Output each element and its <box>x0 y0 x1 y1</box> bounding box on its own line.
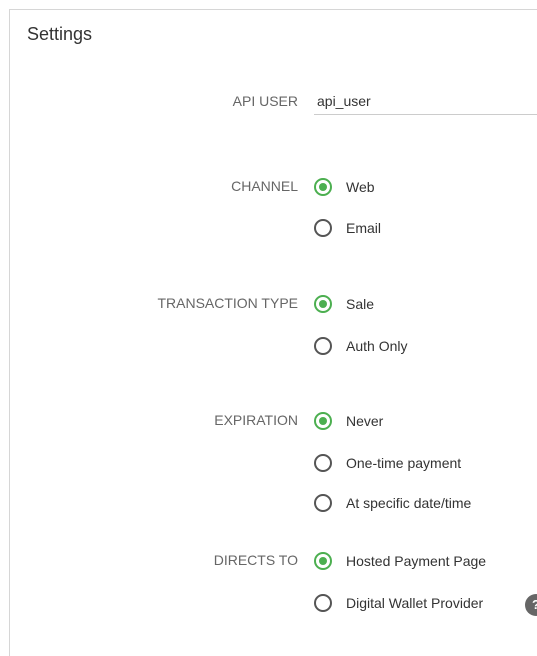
radio-label: One-time payment <box>346 455 462 471</box>
radio-checked-icon[interactable] <box>314 412 332 430</box>
radio-label: Auth Only <box>346 338 408 354</box>
radio-label: Hosted Payment Page <box>346 553 487 569</box>
channel-label: CHANNEL <box>231 178 298 194</box>
radio-label: Sale <box>346 296 375 312</box>
directs-to-option-hosted-payment-page[interactable]: Hosted Payment Page <box>314 550 486 572</box>
radio-unchecked-icon[interactable] <box>314 454 332 472</box>
radio-checked-icon[interactable] <box>314 178 332 196</box>
api-user-label: API USER <box>232 93 298 109</box>
directs-to-label: DIRECTS TO <box>213 552 298 568</box>
transaction-type-option-auth-only[interactable]: Auth Only <box>314 335 407 357</box>
transaction-type-option-sale[interactable]: Sale <box>314 293 374 315</box>
radio-unchecked-icon[interactable] <box>314 594 332 612</box>
channel-option-web[interactable]: Web <box>314 176 375 198</box>
expiration-option-one-time-payment[interactable]: One-time payment <box>314 452 461 474</box>
radio-unchecked-icon[interactable] <box>314 337 332 355</box>
radio-checked-icon[interactable] <box>314 552 332 570</box>
radio-label: Never <box>346 413 384 429</box>
expiration-option-specific-date[interactable]: At specific date/time <box>314 492 471 514</box>
radio-label: Web <box>346 179 375 195</box>
radio-label: Digital Wallet Provider <box>346 595 484 611</box>
expiration-option-never[interactable]: Never <box>314 410 383 432</box>
expiration-label: EXPIRATION <box>214 412 298 428</box>
radio-label: At specific date/time <box>346 495 472 511</box>
radio-unchecked-icon[interactable] <box>314 219 332 237</box>
page-title: Settings <box>27 24 93 44</box>
radio-checked-icon[interactable] <box>314 295 332 313</box>
channel-option-email[interactable]: Email <box>314 217 381 239</box>
directs-to-option-digital-wallet-provider[interactable]: Digital Wallet Provider <box>314 592 483 614</box>
api-user-input[interactable] <box>314 88 537 115</box>
radio-label: Email <box>346 220 382 236</box>
radio-unchecked-icon[interactable] <box>314 494 332 512</box>
transaction-type-label: TRANSACTION TYPE <box>157 295 298 311</box>
